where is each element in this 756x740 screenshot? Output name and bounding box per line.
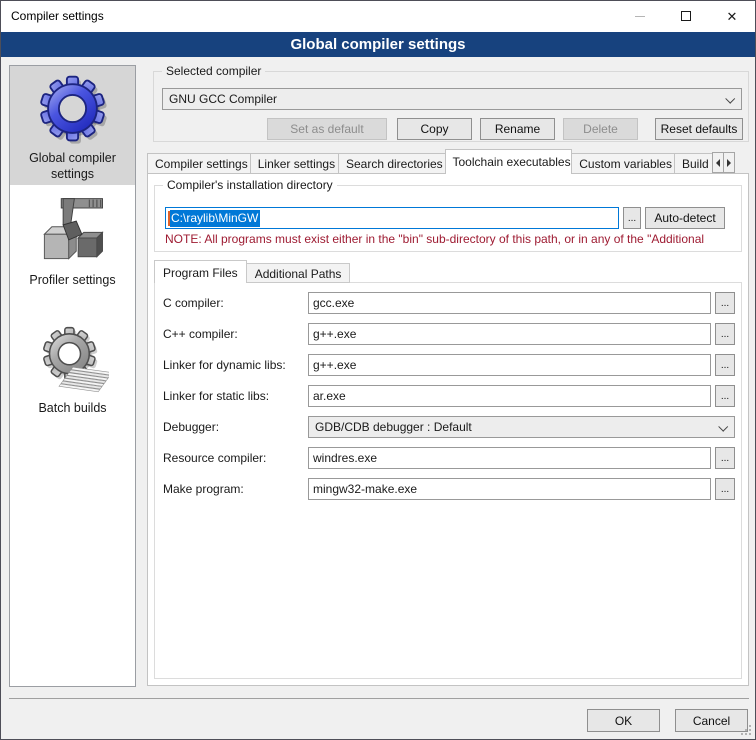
sidebar-item-label: Profiler settings	[23, 271, 121, 289]
browse-button[interactable]: ...	[715, 478, 735, 500]
chevron-down-icon	[718, 422, 728, 432]
minimize-icon	[635, 16, 645, 17]
field-label: Linker for static libs:	[163, 389, 269, 403]
page-title: Global compiler settings	[1, 32, 755, 57]
delete-button: Delete	[563, 118, 638, 140]
debugger-select-value: GDB/CDB debugger : Default	[315, 420, 472, 434]
browse-button[interactable]: ...	[715, 323, 735, 345]
field-row: Linker for dynamic libs: ...	[155, 354, 741, 378]
program-files-tab-bar: Program Files Additional Paths	[154, 260, 349, 283]
field-label: C++ compiler:	[163, 327, 238, 341]
rename-button[interactable]: Rename	[480, 118, 555, 140]
field-row: C compiler: ...	[155, 292, 741, 316]
tab-compiler-settings[interactable]: Compiler settings	[147, 153, 251, 174]
compiler-select-value: GNU GCC Compiler	[169, 92, 277, 106]
resize-grip[interactable]	[741, 725, 751, 735]
tab-toolchain-executables[interactable]: Toolchain executables	[445, 149, 573, 174]
field-label: Make program:	[163, 482, 244, 496]
sidebar-item-profiler-settings[interactable]: Profiler settings	[10, 191, 135, 297]
maximize-icon	[681, 11, 691, 21]
static-linker-input[interactable]	[308, 385, 711, 407]
cancel-button[interactable]: Cancel	[675, 709, 748, 732]
sidebar-item-label: Global compiler settings	[10, 149, 135, 182]
window-title: Compiler settings	[11, 1, 104, 32]
copy-button[interactable]: Copy	[397, 118, 472, 140]
field-row: Resource compiler: ...	[155, 447, 741, 471]
tab-build-options[interactable]: Build	[674, 153, 712, 174]
footer-separator	[9, 698, 749, 699]
arrow-left-icon	[716, 159, 720, 167]
field-label: C compiler:	[163, 296, 224, 310]
chevron-down-icon	[725, 94, 735, 104]
resource-compiler-input[interactable]	[308, 447, 711, 469]
c-compiler-input[interactable]	[308, 292, 711, 314]
field-row: Make program: ...	[155, 478, 741, 502]
gear-blue-icon	[35, 71, 110, 149]
tab-search-directories[interactable]: Search directories	[338, 153, 446, 174]
browse-button[interactable]: ...	[715, 447, 735, 469]
reset-defaults-button[interactable]: Reset defaults	[655, 118, 743, 140]
browse-button[interactable]: ...	[715, 292, 735, 314]
bin-subdirectory-note: NOTE: All programs must exist either in …	[165, 232, 739, 246]
compiler-settings-window: Compiler settings ✕ Global compiler sett…	[0, 0, 756, 740]
installation-directory-group: Compiler's installation directory C:\ray…	[154, 185, 742, 252]
field-label: Resource compiler:	[163, 451, 266, 465]
arrow-right-icon	[727, 159, 731, 167]
subtab-additional-paths[interactable]: Additional Paths	[246, 263, 351, 283]
sidebar-item-batch-builds[interactable]: Batch builds	[10, 322, 135, 422]
settings-tab-bar: Compiler settings Linker settings Search…	[147, 149, 712, 174]
field-row: C++ compiler: ...	[155, 323, 741, 347]
close-button[interactable]: ✕	[709, 1, 755, 31]
group-label: Compiler's installation directory	[163, 178, 337, 192]
browse-directory-button[interactable]: ...	[623, 207, 641, 229]
auto-detect-button[interactable]: Auto-detect	[645, 207, 725, 229]
maximize-button[interactable]	[663, 1, 709, 31]
debugger-select[interactable]: GDB/CDB debugger : Default	[308, 416, 735, 438]
close-icon: ✕	[727, 10, 738, 23]
selected-compiler-group: Selected compiler GNU GCC Compiler Set a…	[153, 71, 749, 142]
set-as-default-button: Set as default	[267, 118, 387, 140]
sidebar-item-label: Batch builds	[32, 399, 112, 417]
sidebar-item-global-compiler-settings[interactable]: Global compiler settings	[10, 66, 135, 185]
dynamic-linker-input[interactable]	[308, 354, 711, 376]
browse-button[interactable]: ...	[715, 354, 735, 376]
settings-sidebar: Global compiler settings Profiler settin…	[9, 65, 136, 687]
browse-button[interactable]: ...	[715, 385, 735, 407]
program-files-page: C compiler: ... C++ compiler: ... Linker…	[154, 282, 742, 679]
resize-grip-dots	[749, 733, 751, 735]
make-program-input[interactable]	[308, 478, 711, 500]
subtab-program-files[interactable]: Program Files	[154, 260, 247, 283]
selected-text: C:\raylib\MinGW	[170, 210, 260, 227]
field-label: Debugger:	[163, 420, 219, 434]
tab-custom-variables[interactable]: Custom variables	[571, 153, 675, 174]
group-label: Selected compiler	[162, 64, 265, 78]
gear-stack-icon	[37, 324, 109, 399]
titlebar: Compiler settings ✕	[1, 1, 755, 32]
minimize-button[interactable]	[617, 1, 663, 31]
field-row: Linker for static libs: ...	[155, 385, 741, 409]
tab-scroll-right-button[interactable]	[723, 152, 735, 173]
installation-directory-input[interactable]: C:\raylib\MinGW	[165, 207, 619, 229]
field-label: Linker for dynamic libs:	[163, 358, 286, 372]
tab-scroll-buttons	[712, 152, 734, 173]
compiler-select[interactable]: GNU GCC Compiler	[162, 88, 742, 110]
toolchain-executables-page: Compiler's installation directory C:\ray…	[147, 173, 749, 686]
tab-linker-settings[interactable]: Linker settings	[250, 153, 339, 174]
field-row: Debugger: GDB/CDB debugger : Default	[155, 416, 741, 440]
calipers-icon	[35, 193, 110, 271]
cpp-compiler-input[interactable]	[308, 323, 711, 345]
ok-button[interactable]: OK	[587, 709, 660, 732]
